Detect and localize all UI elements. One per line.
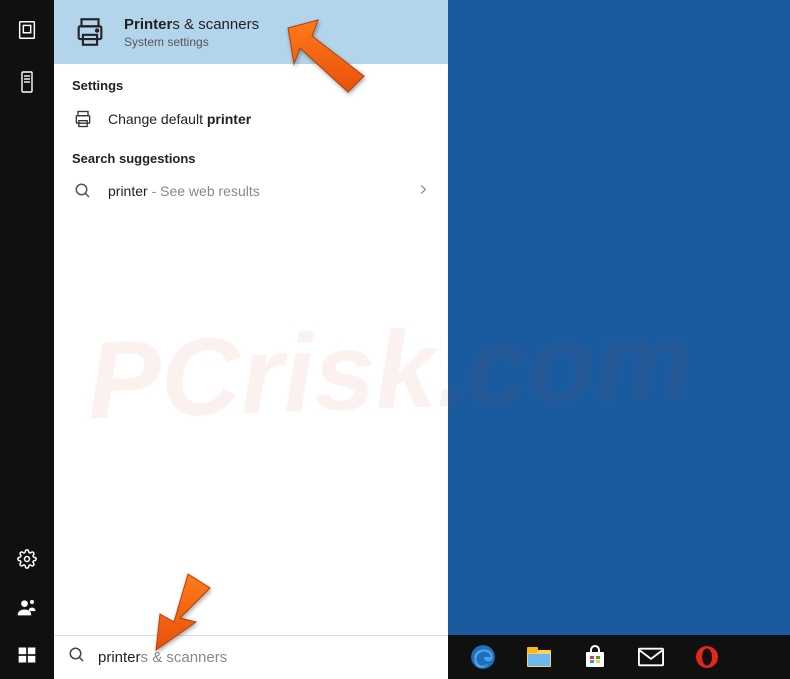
suggestion-label: printer - See web results — [108, 183, 260, 199]
search-input-text: printers & scanners — [98, 649, 227, 666]
settings-gear-icon[interactable] — [0, 535, 54, 583]
app-tile-icon-1[interactable] — [15, 18, 39, 42]
search-icon — [68, 646, 86, 669]
result-label: Change default printer — [108, 111, 251, 127]
start-button[interactable] — [0, 631, 54, 679]
chevron-right-icon[interactable] — [416, 183, 430, 200]
app-tile-icon-2[interactable] — [15, 70, 39, 94]
best-match-result[interactable]: Printers & scanners System settings — [54, 0, 448, 64]
mail-icon[interactable] — [638, 644, 664, 670]
search-icon — [72, 182, 94, 200]
best-match-subtitle: System settings — [124, 35, 259, 49]
file-explorer-icon[interactable] — [526, 644, 552, 670]
best-match-title: Printers & scanners — [124, 16, 259, 33]
taskbar — [448, 635, 790, 679]
cortana-search-box[interactable]: printers & scanners — [54, 635, 448, 679]
result-change-default-printer[interactable]: Change default printer — [54, 101, 448, 137]
printer-icon — [72, 14, 108, 50]
section-header-suggestions: Search suggestions — [54, 137, 448, 174]
user-account-icon[interactable] — [0, 583, 54, 631]
printer-icon — [72, 109, 94, 129]
start-left-rail — [0, 0, 54, 679]
opera-browser-icon[interactable] — [694, 644, 720, 670]
section-header-settings: Settings — [54, 64, 448, 101]
search-results-panel: Printers & scanners System settings Sett… — [54, 0, 448, 679]
store-icon[interactable] — [582, 644, 608, 670]
result-web-suggestion[interactable]: printer - See web results — [54, 174, 448, 208]
edge-browser-icon[interactable] — [470, 644, 496, 670]
